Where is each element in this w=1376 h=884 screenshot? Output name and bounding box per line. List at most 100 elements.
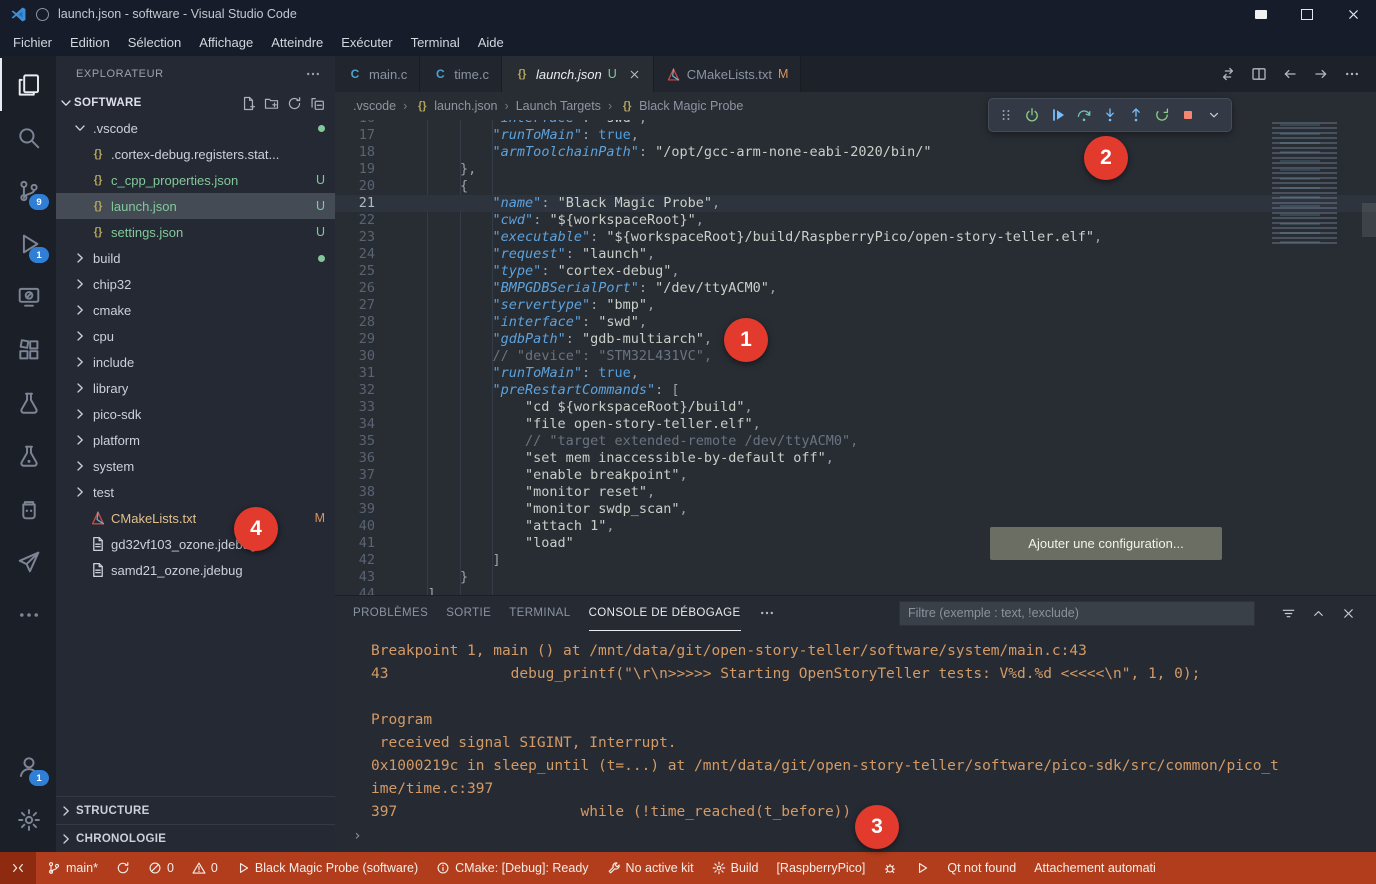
close-panel-button[interactable] <box>1341 606 1356 621</box>
tree-item-cmakelists-txt[interactable]: CMakeLists.txtM <box>56 505 335 531</box>
minimap[interactable] <box>1266 120 1362 244</box>
panel-tab-probl-mes[interactable]: PROBLÈMES <box>353 596 428 631</box>
menu-2[interactable]: Sélection <box>119 31 190 54</box>
minimize-button[interactable] <box>1238 0 1284 28</box>
chevron-down-icon[interactable] <box>58 95 74 111</box>
tab-main-c[interactable]: Cmain.c <box>335 56 420 92</box>
statusbar-remote-indicator[interactable] <box>0 852 36 884</box>
code-line[interactable]: 39 "monitor swdp_scan", <box>335 501 1376 518</box>
maximize-panel-button[interactable] <box>1311 606 1326 621</box>
statusbar-cmake-target[interactable]: [RaspberryPico] <box>767 852 874 884</box>
tree-item-launch-json[interactable]: {}launch.jsonU <box>56 193 335 219</box>
statusbar-problems-warnings[interactable]: 0 <box>183 852 227 884</box>
console-options-button[interactable] <box>1281 606 1296 621</box>
activity-accounts[interactable]: 1 <box>0 740 56 793</box>
activity-live-share[interactable] <box>0 535 56 588</box>
activity-testing[interactable] <box>0 376 56 429</box>
stop-button[interactable] <box>1175 102 1201 128</box>
open-changes-button[interactable] <box>1220 66 1236 82</box>
code-line[interactable]: 27 "servertype": "bmp", <box>335 297 1376 314</box>
new-folder-button[interactable] <box>264 96 279 111</box>
step-into-button[interactable] <box>1097 102 1123 128</box>
new-file-button[interactable] <box>241 96 256 111</box>
code-line[interactable]: 25 "type": "cortex-debug", <box>335 263 1376 280</box>
code-line[interactable]: 26 "BMPGDBSerialPort": "/dev/ttyACM0", <box>335 280 1376 297</box>
statusbar-auto-attach[interactable]: Attachement automati <box>1025 852 1165 884</box>
code-line[interactable]: 44 ] <box>335 586 1376 595</box>
tab-cmakelists-txt[interactable]: CMakeLists.txtM <box>654 56 802 92</box>
panel-more-icon[interactable] <box>759 605 775 621</box>
sidebar-section-chronologie[interactable]: CHRONOLOGIE <box>56 824 335 852</box>
collapse-folders-button[interactable] <box>310 96 325 111</box>
tab-close-icon[interactable] <box>628 68 641 81</box>
activity-container-tools[interactable] <box>0 482 56 535</box>
statusbar-problems-errors[interactable]: 0 <box>139 852 183 884</box>
tree-item-platform[interactable]: platform <box>56 427 335 453</box>
activity-more-views[interactable] <box>0 588 56 641</box>
activity-settings[interactable] <box>0 793 56 846</box>
step-over-button[interactable] <box>1071 102 1097 128</box>
sidebar-section-structure[interactable]: STRUCTURE <box>56 796 335 824</box>
code-line[interactable]: 18 "armToolchainPath": "/opt/gcc-arm-non… <box>335 144 1376 161</box>
tree-item-build[interactable]: build <box>56 245 335 271</box>
tree-item-pico-sdk[interactable]: pico-sdk <box>56 401 335 427</box>
code-line[interactable]: 24 "request": "launch", <box>335 246 1376 263</box>
panel-tab-console-de-d-bogage[interactable]: CONSOLE DE DÉBOGAGE <box>589 596 741 631</box>
activity-run-and-debug[interactable]: 1 <box>0 217 56 270</box>
tree-item-cmake[interactable]: cmake <box>56 297 335 323</box>
editor-more-actions-button[interactable] <box>1344 66 1360 82</box>
code-line[interactable]: 35 // "target extended-remote /dev/ttyAC… <box>335 433 1376 450</box>
console-filter-input[interactable] <box>899 601 1255 626</box>
step-out-button[interactable] <box>1123 102 1149 128</box>
tree-item-include[interactable]: include <box>56 349 335 375</box>
code-line[interactable]: 20 { <box>335 178 1376 195</box>
navigate-back-button[interactable] <box>1282 66 1298 82</box>
statusbar-cmake-debug[interactable] <box>874 852 906 884</box>
breadcrumb-item[interactable]: Launch Targets <box>516 99 601 113</box>
activity-remote-explorer[interactable] <box>0 270 56 323</box>
code-line[interactable]: 30 // "device": "STM32L431VC", <box>335 348 1376 365</box>
restart-button[interactable] <box>1149 102 1175 128</box>
drag-handle-button[interactable] <box>993 102 1019 128</box>
code-line[interactable]: 37 "enable breakpoint", <box>335 467 1376 484</box>
maximize-button[interactable] <box>1284 0 1330 28</box>
tree-item-library[interactable]: library <box>56 375 335 401</box>
sidebar-more-icon[interactable] <box>305 66 321 82</box>
menu-6[interactable]: Terminal <box>402 31 469 54</box>
refresh-explorer-button[interactable] <box>287 96 302 111</box>
split-editor-button[interactable] <box>1251 66 1267 82</box>
panel-tab-terminal[interactable]: TERMINAL <box>509 596 570 631</box>
code-editor[interactable]: 16 "interface": "swd",17 "runToMain": tr… <box>335 120 1376 595</box>
more-actions-button[interactable] <box>1201 102 1227 128</box>
statusbar-cmake-build[interactable]: Build <box>703 852 768 884</box>
menu-3[interactable]: Affichage <box>190 31 262 54</box>
navigate-forward-button[interactable] <box>1313 66 1329 82</box>
code-line[interactable]: 34 "file open-story-teller.elf", <box>335 416 1376 433</box>
code-line[interactable]: 31 "runToMain": true, <box>335 365 1376 382</box>
code-line[interactable]: 29 "gdbPath": "gdb-multiarch", <box>335 331 1376 348</box>
menu-0[interactable]: Fichier <box>4 31 61 54</box>
code-line[interactable]: 28 "interface": "swd", <box>335 314 1376 331</box>
tree-item-system[interactable]: system <box>56 453 335 479</box>
breadcrumb-item[interactable]: {}launch.json <box>414 99 497 113</box>
tree-item-gd32vf103-ozone-jdebug[interactable]: gd32vf103_ozone.jdebug <box>56 531 335 557</box>
code-line[interactable]: 21 "name": "Black Magic Probe", <box>335 195 1376 212</box>
statusbar-sync[interactable] <box>107 852 139 884</box>
code-line[interactable]: 33 "cd ${workspaceRoot}/build", <box>335 399 1376 416</box>
statusbar-qt-status[interactable]: Qt not found <box>938 852 1025 884</box>
code-line[interactable]: 19 }, <box>335 161 1376 178</box>
editor-scrollbar[interactable] <box>1362 203 1376 237</box>
breadcrumb-item[interactable]: {}Black Magic Probe <box>619 99 743 113</box>
code-line[interactable]: 23 "executable": "${workspaceRoot}/build… <box>335 229 1376 246</box>
code-line[interactable]: 36 "set mem inaccessible-by-default off"… <box>335 450 1376 467</box>
tree-item-cpu[interactable]: cpu <box>56 323 335 349</box>
statusbar-cmake-kit[interactable]: No active kit <box>598 852 703 884</box>
tree-item-samd21-ozone-jdebug[interactable]: samd21_ozone.jdebug <box>56 557 335 583</box>
panel-tab-sortie[interactable]: SORTIE <box>446 596 491 631</box>
activity-test-runner[interactable] <box>0 429 56 482</box>
statusbar-git-branch[interactable]: main* <box>38 852 107 884</box>
power-button[interactable] <box>1019 102 1045 128</box>
menu-1[interactable]: Edition <box>61 31 119 54</box>
add-configuration-button[interactable]: Ajouter une configuration... <box>990 527 1222 560</box>
menu-5[interactable]: Exécuter <box>332 31 401 54</box>
